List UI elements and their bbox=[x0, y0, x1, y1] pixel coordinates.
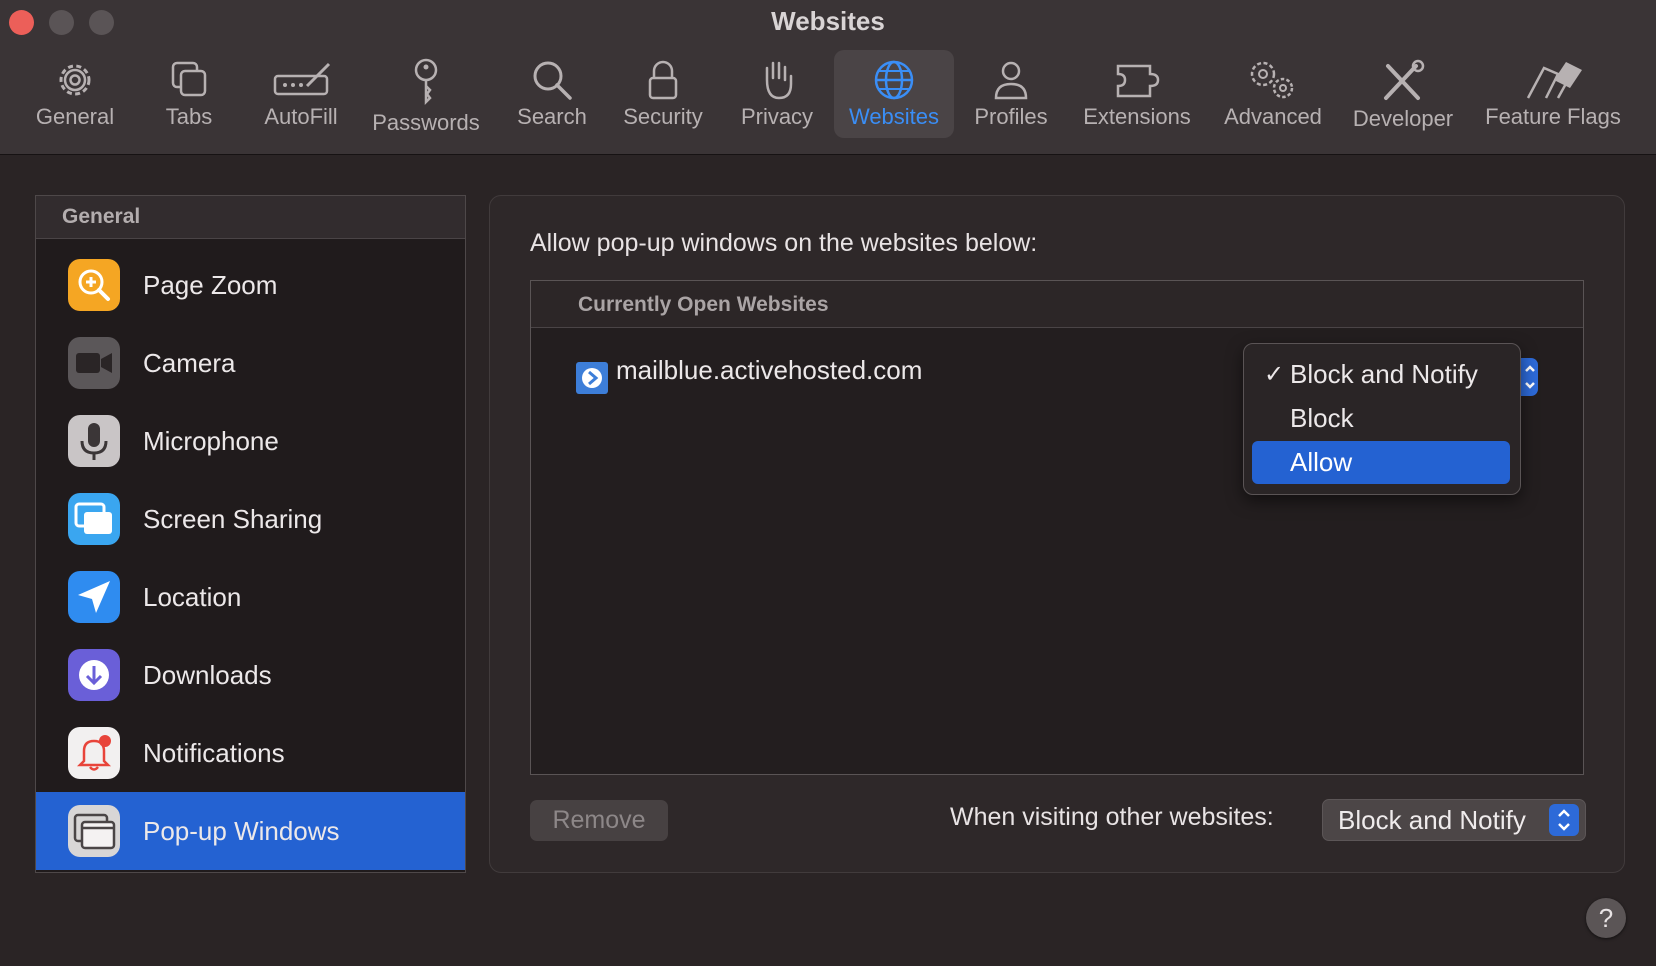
bell-icon bbox=[68, 727, 120, 779]
sidebar-item-label: Camera bbox=[143, 348, 236, 378]
sidebar-item-pop-up-windows[interactable]: Pop-up Windows bbox=[36, 792, 465, 870]
hand-icon bbox=[765, 61, 793, 100]
sidebar-item-label: Pop-up Windows bbox=[143, 816, 340, 846]
menu-option-label: Block and Notify bbox=[1290, 359, 1478, 389]
other-websites-label: When visiting other websites: bbox=[950, 803, 1274, 831]
table-header: Currently Open Websites bbox=[531, 281, 1583, 328]
screen-sharing-icon bbox=[68, 493, 120, 545]
autofill-pen-icon bbox=[273, 62, 331, 96]
menu-option-allow[interactable]: Allow bbox=[1252, 441, 1510, 484]
checkmark-icon: ✓ bbox=[1264, 361, 1285, 388]
toolbar-label: Feature Flags bbox=[1485, 104, 1621, 129]
other-websites-value: Block and Notify bbox=[1338, 805, 1526, 835]
menu-option-block-and-notify[interactable]: ✓ Block and Notify bbox=[1252, 353, 1510, 396]
gears-icon bbox=[1250, 61, 1294, 99]
sidebar-item-page-zoom[interactable]: Page Zoom bbox=[36, 246, 465, 324]
tabs-icon bbox=[171, 61, 207, 97]
toolbar-label: Privacy bbox=[740, 104, 814, 129]
toolbar-item-tabs[interactable]: Tabs bbox=[151, 50, 227, 138]
toolbar-label: Passwords bbox=[372, 110, 480, 135]
sidebar: General Page Zoom Camera Microphone Scre… bbox=[35, 195, 466, 873]
sidebar-item-label: Location bbox=[143, 582, 242, 612]
sidebar-item-label: Microphone bbox=[143, 426, 279, 456]
globe-icon bbox=[874, 60, 914, 100]
toolbar-item-general[interactable]: General bbox=[28, 50, 122, 138]
toolbar-label: Tabs bbox=[165, 104, 213, 129]
toolbar-item-privacy[interactable]: Privacy bbox=[734, 50, 820, 138]
toolbar-label: Extensions bbox=[1083, 104, 1191, 129]
setting-dropdown-menu: ✓ Block and Notify Block Allow bbox=[1243, 343, 1521, 495]
flags-icon bbox=[1526, 62, 1582, 99]
site-domain[interactable]: mailblue.activehosted.com bbox=[616, 355, 922, 386]
camera-icon bbox=[68, 337, 120, 389]
sidebar-item-notifications[interactable]: Notifications bbox=[36, 714, 465, 792]
toolbar-item-websites[interactable]: Websites bbox=[834, 50, 954, 138]
toolbar-label: General bbox=[35, 104, 115, 129]
zoom-icon bbox=[68, 259, 120, 311]
toolbar-item-security[interactable]: Security bbox=[616, 50, 710, 138]
toolbar-item-developer[interactable]: Developer bbox=[1346, 50, 1460, 138]
sidebar-item-label: Page Zoom bbox=[143, 270, 278, 300]
sidebar-item-label: Screen Sharing bbox=[143, 504, 323, 534]
toolbar: Websites General Tabs AutoFill Passwords… bbox=[0, 0, 1656, 155]
toolbar-label: Advanced bbox=[1224, 104, 1322, 129]
toolbar-label: Websites bbox=[848, 104, 940, 129]
tools-icon bbox=[1384, 59, 1425, 100]
toolbar-item-profiles[interactable]: Profiles bbox=[966, 50, 1056, 138]
sidebar-item-downloads[interactable]: Downloads bbox=[36, 636, 465, 714]
download-icon bbox=[68, 649, 120, 701]
stepper-arrows-icon bbox=[1549, 804, 1579, 836]
panel-heading: Allow pop-up windows on the websites bel… bbox=[530, 229, 1038, 257]
location-arrow-icon bbox=[68, 571, 120, 623]
menu-option-label: Allow bbox=[1290, 447, 1353, 477]
other-websites-select[interactable]: Block and Notify bbox=[1322, 799, 1586, 841]
sidebar-item-label: Downloads bbox=[143, 660, 272, 690]
remove-button[interactable]: Remove bbox=[530, 800, 668, 841]
toolbar-label: AutoFill bbox=[264, 104, 338, 129]
sidebar-item-location[interactable]: Location bbox=[36, 558, 465, 636]
toolbar-label: Security bbox=[623, 104, 703, 129]
sidebar-item-camera[interactable]: Camera bbox=[36, 324, 465, 402]
microphone-icon bbox=[68, 415, 120, 467]
toolbar-item-feature-flags[interactable]: Feature Flags bbox=[1478, 50, 1628, 138]
toolbar-item-extensions[interactable]: Extensions bbox=[1076, 50, 1198, 138]
toolbar-label: Developer bbox=[1352, 106, 1454, 131]
toolbar-item-advanced[interactable]: Advanced bbox=[1216, 50, 1330, 138]
person-icon bbox=[994, 61, 1028, 100]
puzzle-icon bbox=[1116, 64, 1160, 98]
window-title: Websites bbox=[771, 6, 885, 36]
gear-icon bbox=[59, 64, 91, 96]
magnifier-icon bbox=[533, 61, 572, 100]
sidebar-header: General bbox=[36, 196, 465, 239]
toolbar-label: Profiles bbox=[974, 104, 1048, 129]
site-favicon-icon bbox=[576, 362, 608, 394]
menu-option-block[interactable]: Block bbox=[1252, 397, 1510, 440]
toolbar-item-search[interactable]: Search bbox=[511, 50, 593, 138]
lock-icon bbox=[648, 60, 678, 100]
help-button[interactable]: ? bbox=[1586, 898, 1626, 938]
toolbar-item-passwords[interactable]: Passwords bbox=[363, 50, 489, 138]
key-icon bbox=[414, 58, 438, 106]
popup-window-icon bbox=[68, 805, 120, 857]
sidebar-item-screen-sharing[interactable]: Screen Sharing bbox=[36, 480, 465, 558]
menu-option-label: Block bbox=[1290, 403, 1354, 433]
toolbar-label: Search bbox=[517, 104, 587, 129]
sidebar-item-microphone[interactable]: Microphone bbox=[36, 402, 465, 480]
toolbar-item-autofill[interactable]: AutoFill bbox=[256, 50, 346, 138]
sidebar-item-label: Notifications bbox=[143, 738, 285, 768]
